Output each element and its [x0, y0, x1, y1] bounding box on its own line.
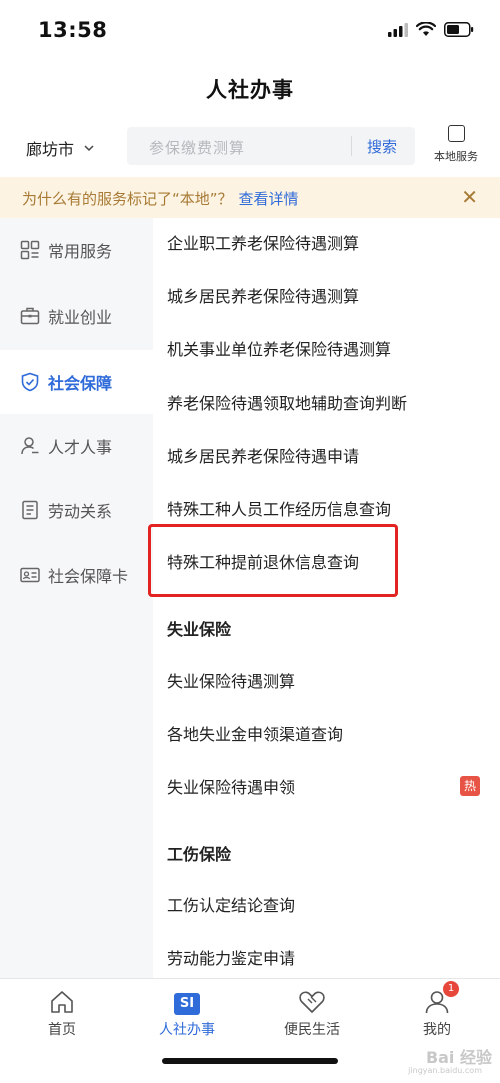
wifi-icon — [416, 22, 436, 36]
sidebar-item-employment[interactable]: 就业创业 — [0, 284, 153, 348]
home-icon — [51, 991, 73, 1013]
list-item[interactable]: 企业职工养老保险待遇测算 — [167, 230, 497, 254]
close-icon[interactable]: ✕ — [461, 187, 478, 207]
sidebar-item-common-services[interactable]: 常用服务 — [0, 218, 153, 282]
hot-badge: 热 — [460, 776, 480, 796]
list-item[interactable]: 各地失业金申领渠道查询 — [167, 721, 497, 745]
page-title: 人社办事 — [206, 78, 294, 102]
city-selector[interactable]: 廊坊市 — [26, 136, 94, 160]
notification-badge: 1 — [443, 981, 459, 997]
list-item[interactable]: 机关事业单位养老保险待遇测算 — [167, 336, 497, 360]
sidebar-item-label: 人才人事 — [48, 438, 113, 457]
chevron-down-icon — [84, 144, 94, 151]
notice-message: 为什么有的服务标记了“本地”？ — [22, 190, 233, 208]
notice-details-link[interactable]: 查看详情 — [239, 190, 299, 208]
tab-home[interactable]: 首页 — [12, 985, 112, 1039]
person-icon — [21, 437, 39, 455]
watermark-logo: Bai 经验 — [425, 1048, 492, 1067]
list-item[interactable]: 城乡居民养老保险待遇测算 — [167, 283, 497, 307]
list-item[interactable]: 劳动能力鉴定申请 — [167, 945, 497, 969]
document-icon — [22, 500, 38, 520]
search-button[interactable]: 搜索 — [367, 136, 397, 157]
sidebar-item-social-security-card[interactable]: 社会保障卡 — [0, 543, 153, 607]
section-heading-work-injury: 工伤保险 — [167, 845, 232, 864]
section-heading-unemployment: 失业保险 — [167, 620, 232, 639]
notice-banner: 为什么有的服务标记了“本地”？ 查看详情 ✕ — [0, 177, 500, 218]
handshake-icon — [299, 991, 325, 1013]
status-time: 13:58 — [38, 18, 108, 42]
shield-check-icon — [21, 372, 39, 392]
tab-convenience-life[interactable]: 便民生活 — [262, 985, 362, 1039]
search-input[interactable]: 参保缴费测算 搜索 — [127, 127, 415, 165]
status-bar: 13:58 — [0, 0, 500, 62]
sidebar-item-talent[interactable]: 人才人事 — [0, 414, 153, 478]
checkbox-icon[interactable] — [447, 125, 465, 142]
tab-label: 首页 — [48, 1022, 76, 1038]
tab-label: 便民生活 — [284, 1022, 340, 1038]
tab-label: 人社办事 — [159, 1022, 215, 1038]
search-row: 廊坊市 参保缴费测算 搜索 本地服务 — [0, 122, 500, 172]
cellular-signal-icon — [388, 22, 408, 37]
sidebar-item-label: 就业创业 — [48, 308, 113, 327]
local-service-label: 本地服务 — [434, 150, 478, 163]
list-item[interactable]: 城乡居民养老保险待遇申请 — [167, 443, 497, 467]
list-item[interactable]: 失业保险待遇测算 — [167, 668, 497, 692]
sidebar-item-social-security[interactable]: 社会保障 — [0, 350, 153, 414]
watermark-url: jingyan.baidu.com — [408, 1066, 482, 1075]
sidebar-item-label: 社会保障 — [48, 374, 113, 393]
sidebar-item-label: 常用服务 — [48, 242, 113, 261]
list-item[interactable]: 失业保险待遇申领 — [167, 774, 497, 798]
list-item[interactable]: 养老保险待遇领取地辅助查询判断 — [167, 390, 497, 414]
notice-text: 为什么有的服务标记了“本地”？ 查看详情 — [22, 188, 299, 209]
highlight-annotation — [148, 524, 398, 597]
sidebar-item-label: 劳动关系 — [48, 502, 113, 521]
service-list: 企业职工养老保险待遇测算 城乡居民养老保险待遇测算 机关事业单位养老保险待遇测算… — [153, 218, 500, 978]
home-indicator[interactable] — [162, 1058, 338, 1064]
briefcase-icon — [20, 307, 40, 325]
sidebar-item-labor-relations[interactable]: 劳动关系 — [0, 478, 153, 542]
list-item[interactable]: 工伤认定结论查询 — [167, 892, 497, 916]
tab-hr-services[interactable]: SI 人社办事 — [137, 985, 237, 1039]
local-service-toggle[interactable]: 本地服务 — [428, 125, 484, 164]
city-label: 廊坊市 — [26, 140, 75, 159]
battery-icon — [444, 22, 474, 37]
tab-mine[interactable]: 1 我的 — [387, 981, 487, 1039]
tab-label: 我的 — [423, 1022, 451, 1038]
list-item[interactable]: 特殊工种人员工作经历信息查询 — [167, 496, 497, 520]
id-card-icon — [20, 567, 40, 583]
search-divider — [351, 136, 352, 156]
status-icons — [388, 22, 474, 37]
search-placeholder: 参保缴费测算 — [149, 139, 246, 157]
category-sidebar: 常用服务 就业创业 社会保障 人才人事 劳动关系 社会保障卡 — [0, 218, 153, 978]
grid-icon — [20, 240, 40, 260]
sidebar-item-label: 社会保障卡 — [48, 567, 129, 586]
si-icon: SI — [174, 993, 200, 1015]
